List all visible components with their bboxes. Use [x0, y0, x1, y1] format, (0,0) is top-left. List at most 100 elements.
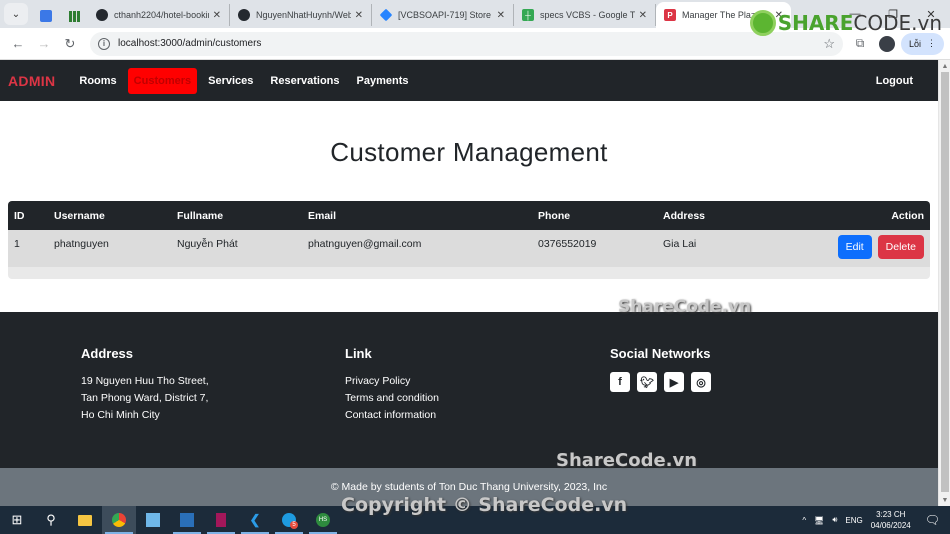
- close-tab-icon[interactable]: ✕: [497, 10, 505, 21]
- chevron-up-icon[interactable]: ^: [802, 516, 806, 525]
- arrow-left-icon: ←: [11, 36, 25, 51]
- col-header-id: ID: [14, 209, 25, 222]
- footer-link-heading: Link: [345, 346, 372, 361]
- tab-search-button[interactable]: ⌄: [4, 3, 28, 25]
- taskbar-app-hs[interactable]: HS: [306, 506, 340, 534]
- taskbar-chrome[interactable]: [102, 506, 136, 534]
- cell-id: 1: [14, 238, 20, 250]
- col-header-email: Email: [308, 209, 337, 222]
- footer-address-section: Address 19 Nguyen Huu Tho Street, Tan Ph…: [81, 346, 209, 424]
- clock-time: 3:23 CH: [876, 510, 906, 519]
- scroll-down-arrow[interactable]: ▼: [939, 494, 950, 506]
- browser-tab[interactable]: [VCBSOAPI-719] Store Pr ✕: [372, 4, 514, 26]
- scroll-up-arrow[interactable]: ▲: [939, 60, 950, 72]
- language-indicator[interactable]: ENG: [845, 516, 862, 525]
- address-line: Tan Phong Ward, District 7,: [81, 392, 209, 404]
- col-header-username: Username: [54, 209, 105, 222]
- contact-link[interactable]: Contact information: [345, 407, 439, 424]
- customers-table: ID Username Fullname Email Phone Address…: [8, 201, 930, 267]
- cell-email: phatnguyen@gmail.com: [308, 238, 422, 250]
- page-viewport: ADMIN Rooms Customers Services Reservati…: [0, 60, 938, 506]
- admin-navbar: ADMIN Rooms Customers Services Reservati…: [0, 60, 938, 101]
- close-tab-icon[interactable]: ✕: [213, 10, 221, 21]
- bookmark-star-icon[interactable]: ☆: [823, 36, 835, 52]
- facebook-icon[interactable]: f: [610, 372, 630, 392]
- kebab-menu-icon[interactable]: ⋮: [927, 38, 936, 49]
- network-icon[interactable]: 🖥︎: [814, 516, 824, 525]
- nav-link-rooms[interactable]: Rooms: [73, 68, 122, 94]
- app-icon: [40, 10, 52, 22]
- taskbar-app-3[interactable]: [204, 506, 238, 534]
- puzzle-icon: ⧉: [855, 36, 865, 50]
- reload-icon: ↻: [64, 35, 76, 51]
- copyright-bar: © Made by students of Ton Duc Thang Univ…: [0, 468, 938, 506]
- brand-logo[interactable]: ADMIN: [8, 73, 55, 89]
- account-avatar[interactable]: [878, 35, 895, 52]
- pinned-tab-1[interactable]: [32, 4, 60, 28]
- search-button[interactable]: ⚲: [34, 506, 68, 534]
- page-scrollbar[interactable]: ▲ ▼: [938, 60, 950, 506]
- system-tray: ^ 🖥︎ 🔊︎ ENG 3:23 CH 04/06/2024 🗨︎: [802, 509, 950, 531]
- app-icon: [146, 513, 160, 527]
- close-tab-icon[interactable]: ✕: [355, 10, 363, 21]
- nav-link-payments[interactable]: Payments: [351, 68, 415, 94]
- sheets-icon: ┼: [522, 9, 534, 21]
- terms-link[interactable]: Terms and condition: [345, 390, 439, 407]
- site-info-icon[interactable]: i: [98, 37, 110, 50]
- url-text[interactable]: localhost:3000/admin/customers: [118, 38, 823, 49]
- back-button[interactable]: ←: [6, 32, 30, 56]
- notifications-icon[interactable]: 🗨︎: [925, 513, 940, 527]
- col-header-address: Address: [663, 209, 706, 222]
- volume-icon[interactable]: 🔊︎: [832, 515, 837, 525]
- edit-button[interactable]: Edit: [837, 235, 872, 259]
- instagram-icon[interactable]: ◎: [691, 372, 711, 392]
- twitter-icon[interactable]: 🐦︎: [637, 372, 657, 392]
- search-icon: ⚲: [46, 512, 56, 527]
- browser-tab[interactable]: NguyenNhatHuynh/Web ✕: [230, 4, 372, 26]
- clock[interactable]: 3:23 CH 04/06/2024: [871, 509, 911, 531]
- windows-taskbar: ⊞ ⚲ ❮ 5 HS ^ 🖥︎ 🔊︎ ENG 3:23 CH 04/06/202…: [0, 506, 950, 534]
- footer-address-heading: Address: [81, 346, 134, 361]
- table-row: 1 phatnguyen Nguyễn Phát phatnguyen@gmai…: [8, 230, 930, 267]
- pinned-tab-2[interactable]: [60, 4, 88, 28]
- nav-link-reservations[interactable]: Reservations: [264, 68, 345, 94]
- reload-button[interactable]: ↻: [58, 32, 82, 56]
- logout-link[interactable]: Logout: [876, 75, 913, 87]
- forward-button[interactable]: →: [32, 32, 56, 56]
- address-line: Ho Chi Minh City: [81, 409, 160, 421]
- footer-link-section: Link Privacy Policy Terms and condition …: [345, 346, 439, 424]
- page-title: Customer Management: [330, 137, 608, 167]
- cell-fullname: Nguyễn Phát: [177, 238, 238, 250]
- app-icon: [216, 513, 226, 527]
- taskbar-app-1[interactable]: [136, 506, 170, 534]
- footer-social-section: Social Networks f 🐦︎ ▶ ◎: [610, 346, 711, 392]
- sharecode-logo-watermark: SHARE CODE.vn: [749, 10, 942, 36]
- scrollbar-thumb[interactable]: [941, 72, 949, 492]
- folder-icon: [78, 514, 92, 526]
- start-button[interactable]: ⊞: [0, 506, 34, 534]
- delete-button[interactable]: Delete: [877, 235, 924, 259]
- address-line: 19 Nguyen Huu Tho Street,: [81, 375, 209, 387]
- youtube-icon[interactable]: ▶: [664, 372, 684, 392]
- cell-username: phatnguyen: [54, 238, 109, 250]
- github-icon: [238, 9, 250, 21]
- browser-window: ⌄ cthanh2204/hotel-bookin ✕ NguyenNhatHu…: [0, 0, 950, 506]
- site-footer: Address 19 Nguyen Huu Tho Street, Tan Ph…: [0, 312, 938, 468]
- address-bar[interactable]: i localhost:3000/admin/customers ☆: [90, 31, 843, 56]
- taskbar-vscode[interactable]: ❮: [238, 506, 272, 534]
- taskbar-file-explorer[interactable]: [68, 506, 102, 534]
- privacy-policy-link[interactable]: Privacy Policy: [345, 373, 439, 390]
- col-header-phone: Phone: [538, 209, 571, 222]
- chevron-down-icon: ⌄: [11, 8, 21, 20]
- app-icon: [180, 513, 194, 527]
- browser-tab[interactable]: cthanh2204/hotel-bookin ✕: [88, 4, 230, 26]
- browser-tab[interactable]: ┼ specs VCBS - Google Tra ✕: [514, 4, 656, 26]
- close-tab-icon[interactable]: ✕: [639, 10, 647, 21]
- taskbar-skype[interactable]: 5: [272, 506, 306, 534]
- taskbar-app-2[interactable]: [170, 506, 204, 534]
- nav-link-customers[interactable]: Customers: [127, 67, 198, 94]
- nav-link-services[interactable]: Services: [202, 68, 259, 94]
- social-icons: f 🐦︎ ▶ ◎: [610, 372, 711, 392]
- chrome-icon: [112, 513, 126, 527]
- clock-date: 04/06/2024: [870, 521, 911, 530]
